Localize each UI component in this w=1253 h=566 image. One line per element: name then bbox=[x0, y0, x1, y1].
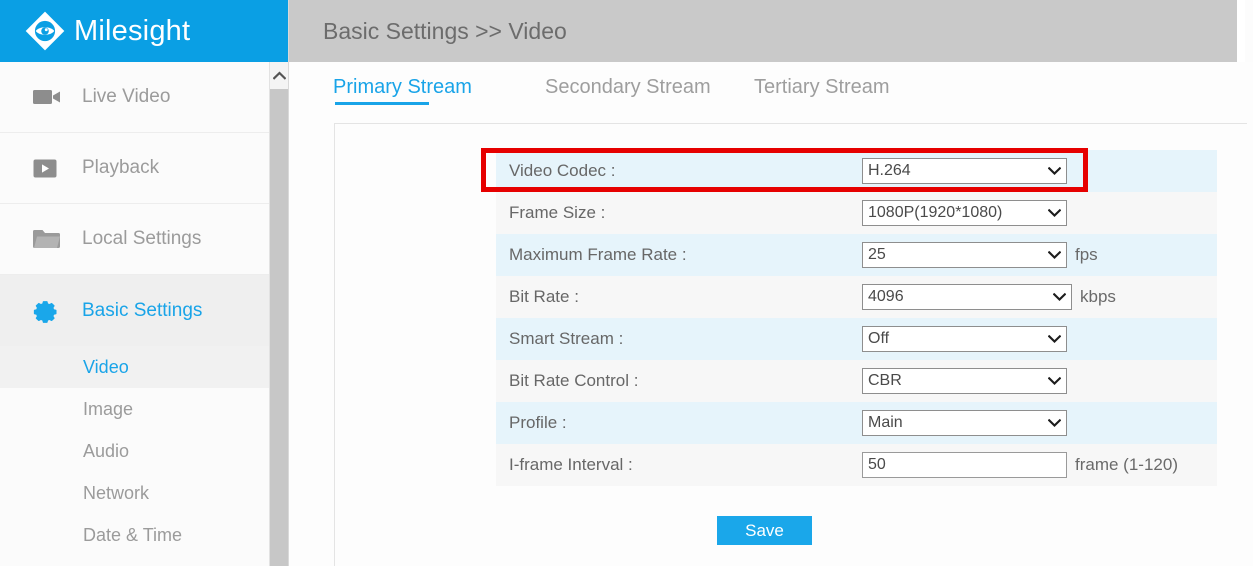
video-camera-icon bbox=[33, 85, 63, 109]
application-window: Milesight Live Video Playback Local Sett… bbox=[0, 0, 1253, 566]
brand-name: Milesight bbox=[74, 14, 191, 47]
field-label: Frame Size : bbox=[509, 203, 606, 222]
header-right-edge bbox=[1237, 0, 1245, 62]
bit-rate-control-select[interactable]: CBR bbox=[862, 368, 1067, 394]
chevron-down-icon bbox=[1048, 250, 1061, 259]
sidebar-item-playback[interactable]: Playback bbox=[0, 133, 288, 204]
sidebar-subitem-network[interactable]: Network bbox=[0, 472, 288, 514]
sidebar-subitem-video[interactable]: Video bbox=[0, 346, 288, 388]
sidebar-item-label: Live Video bbox=[82, 86, 171, 107]
form-row-bit-rate-control: Bit Rate Control : CBR bbox=[496, 360, 1217, 402]
frame-size-select[interactable]: 1080P(1920*1080) bbox=[862, 200, 1067, 226]
form-row-profile: Profile : Main bbox=[496, 402, 1217, 444]
sidebar-subitem-image[interactable]: Image bbox=[0, 388, 288, 430]
tab-primary-stream[interactable]: Primary Stream bbox=[333, 76, 545, 105]
chevron-down-icon bbox=[1048, 418, 1061, 427]
form-row-video-codec: Video Codec : H.264 bbox=[496, 150, 1217, 192]
chevron-down-icon bbox=[1048, 334, 1061, 343]
select-value: 4096 bbox=[868, 288, 904, 305]
field-control: frame (1-120) bbox=[862, 452, 1178, 478]
bit-rate-select[interactable]: 4096 bbox=[862, 284, 1072, 310]
sidebar-subitem-date-time[interactable]: Date & Time bbox=[0, 514, 288, 556]
maximum-frame-rate-select[interactable]: 25 bbox=[862, 242, 1067, 268]
save-row: Save bbox=[335, 516, 1248, 545]
save-button[interactable]: Save bbox=[717, 516, 812, 545]
chevron-up-icon bbox=[272, 71, 286, 80]
field-control: 4096 kbps bbox=[862, 284, 1116, 310]
sidebar-item-label: Local Settings bbox=[82, 228, 202, 249]
tab-label: Secondary Stream bbox=[545, 76, 711, 98]
sidebar-item-local-settings[interactable]: Local Settings bbox=[0, 204, 288, 275]
select-value: Main bbox=[868, 414, 903, 431]
form-row-frame-size: Frame Size : 1080P(1920*1080) bbox=[496, 192, 1217, 234]
tab-label: Tertiary Stream bbox=[754, 76, 890, 98]
sidebar-nav: Live Video Playback Local Settings Basic… bbox=[0, 62, 288, 566]
field-control: 25 fps bbox=[862, 242, 1098, 268]
select-value: H.264 bbox=[868, 162, 911, 179]
field-label: Video Codec : bbox=[509, 161, 616, 180]
field-control: Off bbox=[862, 326, 1067, 352]
field-label: Profile : bbox=[509, 413, 567, 432]
field-control: CBR bbox=[862, 368, 1067, 394]
form-row-iframe-interval: I-frame Interval : frame (1-120) bbox=[496, 444, 1217, 486]
select-value: CBR bbox=[868, 372, 902, 389]
field-label: I-frame Interval : bbox=[509, 455, 633, 474]
stream-tabs: Primary Stream Secondary Stream Tertiary… bbox=[289, 62, 1253, 119]
sidebar-subitem-audio[interactable]: Audio bbox=[0, 430, 288, 472]
chevron-down-icon bbox=[1048, 376, 1061, 385]
sidebar-item-label: Basic Settings bbox=[82, 299, 203, 321]
tab-secondary-stream[interactable]: Secondary Stream bbox=[545, 76, 754, 105]
field-label: Maximum Frame Rate : bbox=[509, 245, 687, 264]
sidebar-subitem-label: Audio bbox=[83, 440, 130, 461]
sidebar-item-basic-settings[interactable]: Basic Settings bbox=[0, 275, 288, 346]
field-label: Smart Stream : bbox=[509, 329, 624, 348]
sidebar-item-live-video[interactable]: Live Video bbox=[0, 62, 288, 133]
page-header: Basic Settings >> Video bbox=[289, 0, 1245, 62]
sidebar-subitem-label: Date & Time bbox=[83, 524, 183, 545]
smart-stream-select[interactable]: Off bbox=[862, 326, 1067, 352]
field-unit: frame (1-120) bbox=[1075, 455, 1178, 474]
sidebar-subitem-label: Image bbox=[83, 398, 134, 419]
form-row-smart-stream: Smart Stream : Off bbox=[496, 318, 1217, 360]
video-codec-select[interactable]: H.264 bbox=[862, 158, 1067, 184]
select-value: 1080P(1920*1080) bbox=[868, 204, 1003, 221]
brand-header: Milesight bbox=[0, 0, 288, 62]
tab-tertiary-stream[interactable]: Tertiary Stream bbox=[754, 76, 890, 105]
scroll-up-button[interactable] bbox=[270, 62, 288, 89]
chevron-down-icon bbox=[1053, 292, 1066, 301]
folder-icon bbox=[33, 227, 63, 251]
form-row-bit-rate: Bit Rate : 4096 kbps bbox=[496, 276, 1217, 318]
field-label: Bit Rate Control : bbox=[509, 371, 639, 390]
main-content: Primary Stream Secondary Stream Tertiary… bbox=[289, 62, 1253, 566]
settings-panel: Video Codec : H.264 Frame Size : 1080P(1… bbox=[334, 123, 1247, 566]
field-unit: fps bbox=[1075, 245, 1098, 264]
select-value: 25 bbox=[868, 246, 886, 263]
play-box-icon bbox=[33, 156, 63, 180]
select-value: Off bbox=[868, 330, 890, 347]
gear-icon bbox=[33, 299, 63, 323]
field-control: Main bbox=[862, 410, 1067, 436]
iframe-interval-input[interactable] bbox=[862, 452, 1067, 478]
chevron-down-icon bbox=[1048, 166, 1061, 175]
scrollbar-thumb[interactable] bbox=[270, 89, 288, 566]
sidebar-subitem-label: Network bbox=[83, 482, 150, 503]
field-unit: kbps bbox=[1080, 287, 1116, 306]
breadcrumb: Basic Settings >> Video bbox=[323, 17, 567, 44]
sidebar-scrollbar[interactable] bbox=[269, 62, 288, 566]
field-control: 1080P(1920*1080) bbox=[862, 200, 1067, 226]
profile-select[interactable]: Main bbox=[862, 410, 1067, 436]
field-control: H.264 bbox=[862, 158, 1067, 184]
video-settings-form: Video Codec : H.264 Frame Size : 1080P(1… bbox=[496, 150, 1217, 486]
milesight-eye-logo-icon bbox=[25, 11, 65, 51]
tab-label: Primary Stream bbox=[333, 76, 472, 98]
sidebar-item-label: Playback bbox=[82, 157, 160, 178]
sidebar-subitem-label: Video bbox=[83, 356, 129, 377]
chevron-down-icon bbox=[1048, 208, 1061, 217]
field-label: Bit Rate : bbox=[509, 287, 579, 306]
sidebar: Milesight Live Video Playback Local Sett… bbox=[0, 0, 289, 566]
form-row-maximum-frame-rate: Maximum Frame Rate : 25 fps bbox=[496, 234, 1217, 276]
